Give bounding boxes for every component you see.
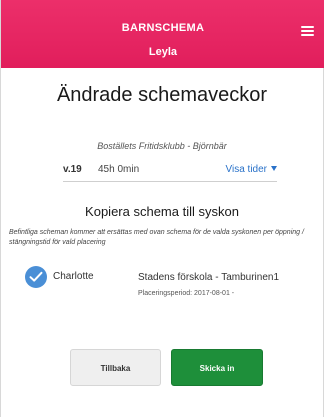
- week-hours: 45h 0min: [98, 164, 140, 175]
- show-times-toggle[interactable]: Visa tider: [225, 164, 277, 175]
- app-title: BARNSCHEMA: [121, 22, 205, 34]
- caret-down-icon: [271, 166, 277, 171]
- page-title: Ändrade schemaveckor: [56, 84, 268, 106]
- week-number: v.19: [63, 164, 82, 175]
- show-times-label: Visa tider: [225, 164, 267, 175]
- copy-note: Befintliga scheman kommer att ersättas m…: [9, 229, 304, 246]
- location-label: Boställets Fritidsklubb - Björnbär: [97, 141, 227, 151]
- sibling-checkbox[interactable]: [25, 266, 47, 288]
- sibling-row: Charlotte Stadens förskola - Tamburinen1…: [25, 266, 315, 306]
- copy-section-title: Kopiera schema till syskon: [85, 204, 239, 219]
- week-row: v.19 45h 0min Visa tider: [63, 155, 277, 182]
- hamburger-menu-icon[interactable]: [301, 26, 314, 36]
- sibling-placement-period: Placeringsperiod: 2017-08-01 -: [138, 290, 235, 297]
- child-name: Leyla: [148, 46, 178, 58]
- sibling-name: Charlotte: [53, 271, 94, 282]
- header-bar: BARNSCHEMA Leyla: [1, 0, 324, 68]
- check-icon: [29, 271, 43, 282]
- submit-button[interactable]: Skicka in: [171, 349, 263, 386]
- sibling-preschool: Stadens förskola - Tamburinen1: [138, 272, 280, 283]
- back-button[interactable]: Tillbaka: [70, 349, 161, 386]
- app-frame: BARNSCHEMA Leyla Ändrade schemaveckor Bo…: [0, 0, 324, 417]
